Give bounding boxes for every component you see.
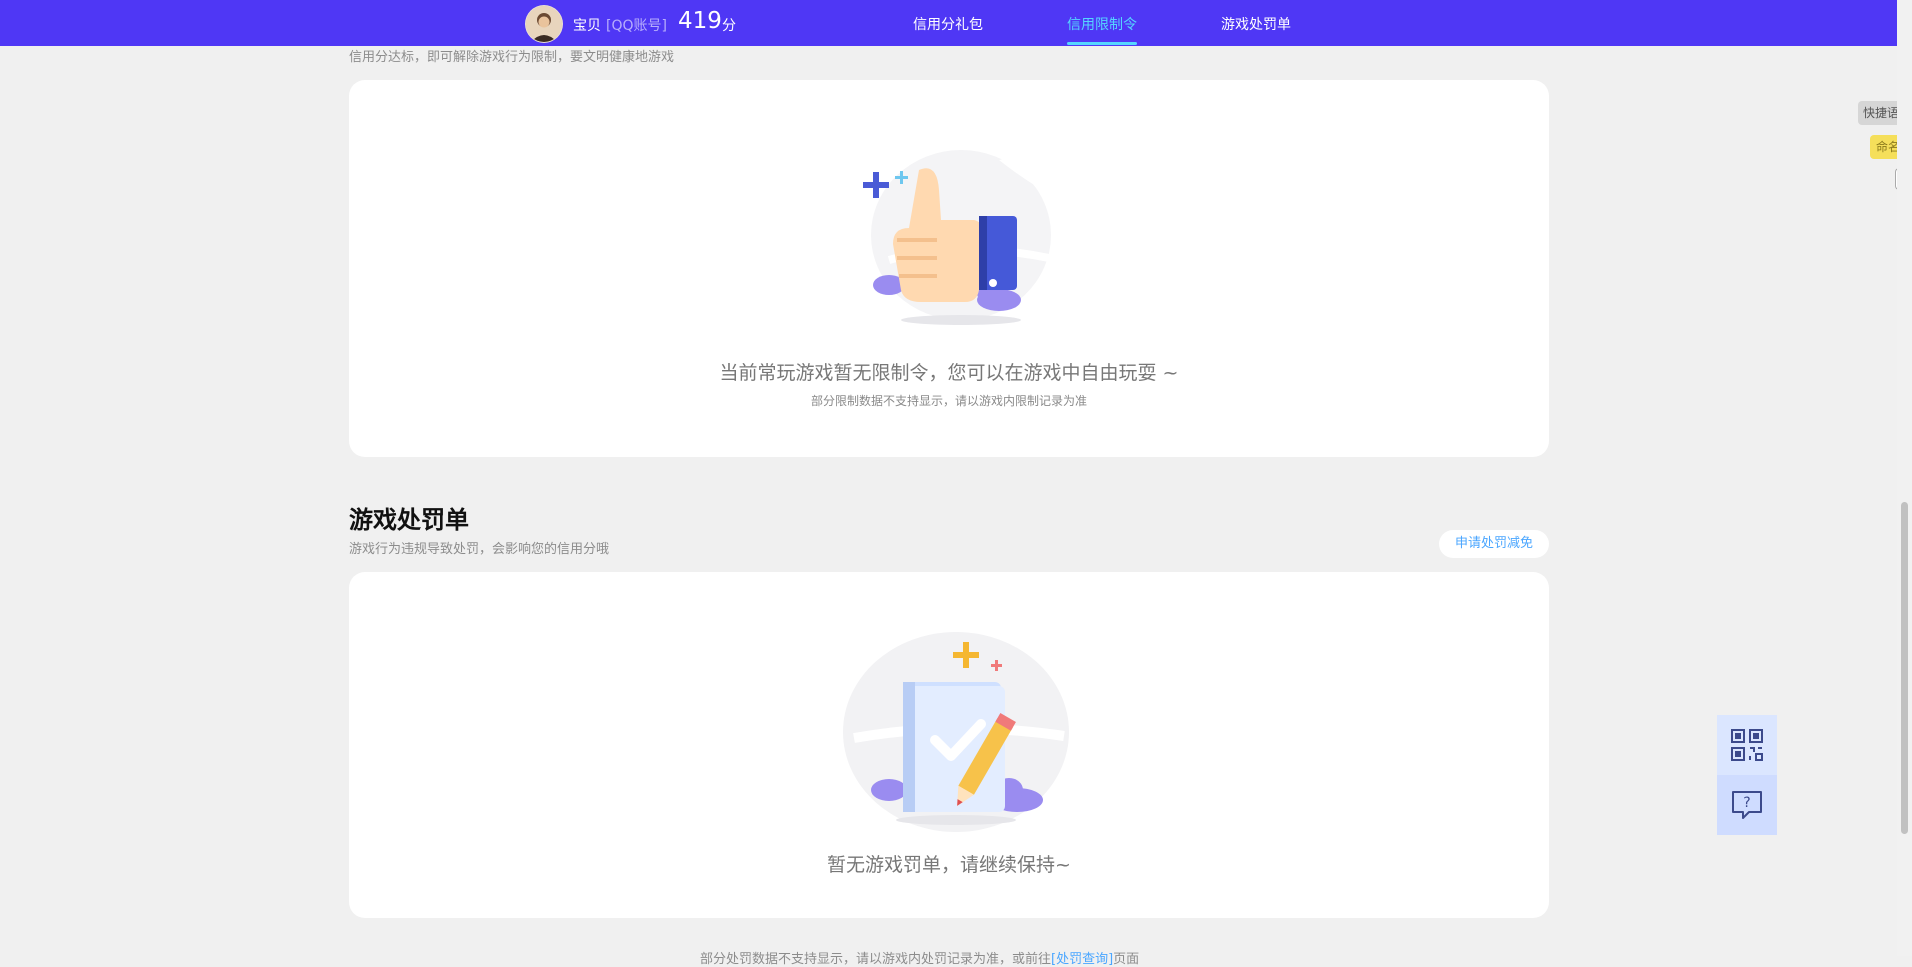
checklist-illustration xyxy=(843,632,1069,832)
credit-score: 419 xyxy=(678,8,722,34)
account-type: [QQ账号] xyxy=(606,18,667,34)
help-chat-icon: ? xyxy=(1732,791,1762,819)
help-feedback-button[interactable]: ? xyxy=(1717,775,1777,835)
nav-tab-game-penalty[interactable]: 游戏处罚单 xyxy=(1221,14,1291,34)
active-tab-indicator xyxy=(1067,42,1137,45)
penalty-card: 暂无游戏罚单，请继续保持~ xyxy=(349,572,1549,918)
penalty-empty-title: 暂无游戏罚单，请继续保持~ xyxy=(827,854,1071,876)
user-name: 宝贝 xyxy=(573,18,601,34)
qr-code-icon xyxy=(1731,729,1763,761)
svg-text:?: ? xyxy=(1743,795,1750,811)
avatar-image xyxy=(526,6,562,42)
restriction-card: 当前常玩游戏暂无限制令，您可以在游戏中自由玩耍 ~ 部分限制数据不支持显示，请以… xyxy=(349,80,1549,457)
top-nav-bar: 宝贝 [QQ账号] 419 分 信用分礼包 信用限制令 游戏处罚单 xyxy=(0,0,1897,46)
penalty-section-title: 游戏处罚单 xyxy=(349,506,469,534)
apply-penalty-reduction-button[interactable]: 申请处罚减免 xyxy=(1439,530,1549,558)
avatar[interactable] xyxy=(525,5,563,43)
restriction-empty-note: 部分限制数据不支持显示，请以游戏内限制记录为准 xyxy=(810,394,1087,408)
restriction-empty-title: 当前常玩游戏暂无限制令，您可以在游戏中自由玩耍 ~ xyxy=(719,362,1179,384)
footer-note-suffix: 页面 xyxy=(1113,952,1140,967)
restriction-description: 信用分达标，即可解除游戏行为限制，要文明健康地游戏 xyxy=(349,50,675,65)
scrollbar-thumb[interactable] xyxy=(1901,502,1908,834)
nav-tab-credit-restriction[interactable]: 信用限制令 xyxy=(1067,14,1137,34)
nav-tab-credit-gift[interactable]: 信用分礼包 xyxy=(913,14,983,34)
penalty-footer-note: 部分处罚数据不支持显示，请以游戏内处罚记录为准，或前往[处罚查询]页面 xyxy=(700,948,1139,967)
credit-score-unit: 分 xyxy=(722,18,736,34)
footer-note-prefix: 部分处罚数据不支持显示，请以游戏内处罚记录为准，或前往 xyxy=(700,952,1052,967)
thumbs-up-illustration xyxy=(863,150,1059,325)
penalty-query-link[interactable]: [处罚查询] xyxy=(1051,952,1113,967)
penalty-description: 游戏行为违规导致处罚，会影响您的信用分哦 xyxy=(349,542,610,557)
qr-code-button[interactable] xyxy=(1717,715,1777,775)
